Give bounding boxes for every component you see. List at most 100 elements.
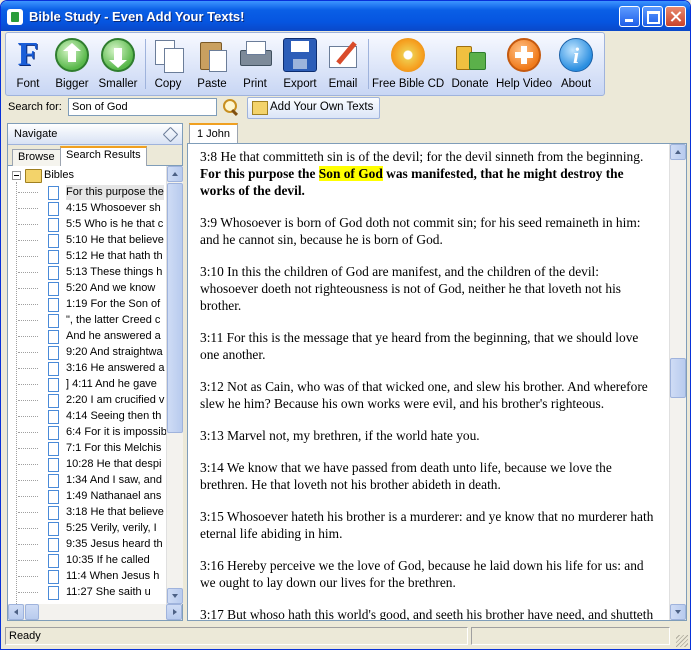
app-icon[interactable] <box>7 9 23 25</box>
verse: 3:17 But whoso hath this world's good, a… <box>200 607 654 621</box>
search-result-label: 9:35 Jesus heard th <box>66 538 163 550</box>
scroll-down-arrow[interactable] <box>670 604 686 620</box>
search-result-item[interactable]: 11:4 When Jesus h <box>18 568 166 584</box>
scroll-up-arrow[interactable] <box>167 166 183 182</box>
verse-text: 3:8 He that committeth sin is of the dev… <box>200 149 644 164</box>
resize-grip[interactable] <box>676 635 688 647</box>
search-input[interactable] <box>68 98 217 116</box>
tree-connector <box>18 336 38 337</box>
search-result-item[interactable]: 5:25 Verily, verily, I <box>18 520 166 536</box>
search-result-item[interactable]: 1:49 Nathanael ans <box>18 488 166 504</box>
search-result-item[interactable]: 5:13 These things h <box>18 264 166 280</box>
search-result-label: 5:10 He that believe <box>66 234 164 246</box>
search-result-item[interactable]: 2:20 I am crucified v <box>18 392 166 408</box>
email-button[interactable]: Email <box>323 35 363 93</box>
document-icon <box>48 394 59 408</box>
tree-root-bibles[interactable]: Bibles <box>12 168 162 184</box>
tree-connector <box>18 352 38 353</box>
search-result-label: 3:18 He that believe <box>66 506 164 518</box>
document-icon <box>48 410 59 424</box>
status-text: Ready <box>5 627 468 645</box>
free-bible-cd-button[interactable]: Free Bible CD <box>372 35 444 93</box>
search-result-label: 11:27 She saith u <box>66 586 151 598</box>
printer-icon <box>238 38 272 72</box>
horizontal-scroll-thumb[interactable] <box>25 604 39 620</box>
search-result-label: 7:1 For this Melchis <box>66 442 162 454</box>
scroll-right-arrow[interactable] <box>166 604 182 620</box>
search-result-item[interactable]: 9:20 And straightwa <box>18 344 166 360</box>
document-vertical-scrollbar[interactable] <box>669 144 686 620</box>
search-result-item[interactable]: 10:28 He that despi <box>18 456 166 472</box>
document-icon <box>48 522 59 536</box>
scripture-view[interactable]: 3:8 He that committeth sin is of the dev… <box>187 143 687 621</box>
about-button[interactable]: About <box>556 35 596 93</box>
search-result-label: 5:13 These things h <box>66 266 163 278</box>
search-result-item[interactable]: 5:5 Who is he that c <box>18 216 166 232</box>
scroll-thumb[interactable] <box>167 183 183 433</box>
pin-icon[interactable] <box>162 126 179 143</box>
paste-button[interactable]: Paste <box>192 35 232 93</box>
navigate-panel: Navigate Browse Search Results Bibles Fo… <box>7 123 183 621</box>
search-result-item[interactable]: 3:18 He that believe <box>18 504 166 520</box>
verse: 3:15 Whosoever hateth his brother is a m… <box>200 509 654 541</box>
search-result-item[interactable]: For this purpose the <box>18 184 166 200</box>
search-result-item[interactable]: 11:27 She saith u <box>18 584 166 600</box>
search-result-item[interactable]: 1:19 For the Son of <box>18 296 166 312</box>
scroll-down-arrow[interactable] <box>167 588 183 604</box>
minimize-button[interactable] <box>619 6 640 27</box>
search-result-item[interactable]: 6:4 For it is impossib <box>18 424 166 440</box>
search-result-item[interactable]: 4:14 Seeing then th <box>18 408 166 424</box>
help-video-label: Help Video <box>496 78 553 90</box>
search-result-item[interactable]: ", the latter Creed c <box>18 312 166 328</box>
search-result-item[interactable]: 5:20 And we know <box>18 280 166 296</box>
export-button[interactable]: Export <box>280 35 320 93</box>
title-bar[interactable]: Bible Study - Even Add Your Texts! <box>1 1 690 31</box>
help-video-button[interactable]: Help Video <box>496 35 552 93</box>
verse: 3:16 Hereby perceive we the love of God,… <box>200 558 644 590</box>
search-result-item[interactable]: 4:15 Whosoever sh <box>18 200 166 216</box>
tree-connector <box>18 256 38 257</box>
donate-label: Donate <box>451 78 489 90</box>
scroll-thumb[interactable] <box>670 358 686 398</box>
font-button[interactable]: F Font <box>8 35 48 93</box>
search-result-label: 5:12 He that hath th <box>66 250 163 262</box>
scripture-text: 3:8 He that committeth sin is of the dev… <box>200 148 655 621</box>
tree-vertical-scrollbar[interactable] <box>166 166 183 604</box>
search-result-item[interactable]: 5:10 He that believe <box>18 232 166 248</box>
arrow-down-icon <box>101 38 135 72</box>
search-result-item[interactable]: And he answered a <box>18 328 166 344</box>
document-icon <box>48 186 59 200</box>
tree-horizontal-scrollbar[interactable] <box>8 604 182 620</box>
search-result-label: 6:4 For it is impossib <box>66 426 166 438</box>
search-result-item[interactable]: 5:12 He that hath th <box>18 248 166 264</box>
donate-button[interactable]: Donate <box>448 35 492 93</box>
bigger-button[interactable]: Bigger <box>50 35 94 93</box>
smaller-button[interactable]: Smaller <box>96 35 140 93</box>
maximize-button[interactable] <box>642 6 663 27</box>
document-icon <box>48 282 59 296</box>
search-button[interactable] <box>221 98 241 116</box>
arrow-up-icon <box>55 38 89 72</box>
search-result-label: And he answered a <box>66 330 161 342</box>
search-result-item[interactable]: 1:34 And I saw, and <box>18 472 166 488</box>
scroll-left-arrow[interactable] <box>8 604 24 620</box>
tab-search-results[interactable]: Search Results <box>60 146 147 168</box>
search-result-item[interactable]: 7:1 For this Melchis <box>18 440 166 456</box>
close-button[interactable] <box>665 6 686 27</box>
search-result-item[interactable]: ] 4:11 And he gave <box>18 376 166 392</box>
search-result-label: 9:20 And straightwa <box>66 346 163 358</box>
navigate-title: Navigate <box>14 128 58 140</box>
search-result-item[interactable]: 9:35 Jesus heard th <box>18 536 166 552</box>
print-button[interactable]: Print <box>235 35 275 93</box>
scroll-up-arrow[interactable] <box>670 144 686 160</box>
collapse-icon[interactable] <box>12 171 21 180</box>
add-your-own-texts-button[interactable]: Add Your Own Texts <box>247 97 381 119</box>
font-label: Font <box>16 78 40 90</box>
copy-button[interactable]: Copy <box>148 35 188 93</box>
verse-highlighted-text: For this purpose the <box>200 166 319 181</box>
search-result-item[interactable]: 10:35 If he called <box>18 552 166 568</box>
tree-connector <box>18 224 38 225</box>
tab-browse[interactable]: Browse <box>12 149 61 166</box>
search-result-item[interactable]: 3:16 He answered a <box>18 360 166 376</box>
main-toolbar: F Font Bigger Smaller Copy Paste Print E… <box>5 32 605 96</box>
